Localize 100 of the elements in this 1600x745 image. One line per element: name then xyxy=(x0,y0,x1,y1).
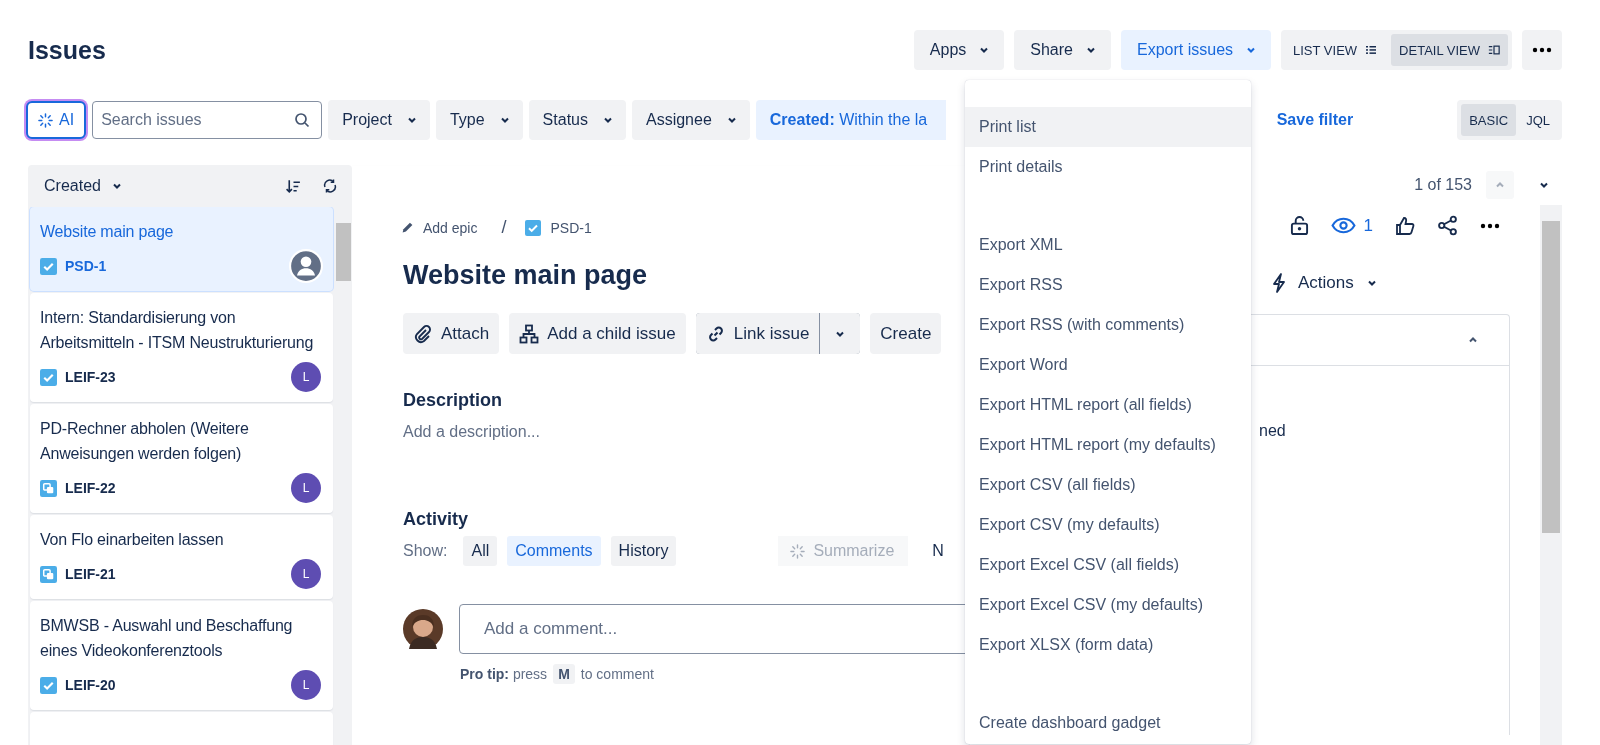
action-button[interactable]: Add a child issue xyxy=(509,313,686,354)
sort-order-text: N xyxy=(932,542,944,560)
mode-tab[interactable]: JQL xyxy=(1518,104,1558,136)
header-button[interactable]: Apps xyxy=(913,30,1005,70)
activity-tab[interactable]: All xyxy=(463,536,498,566)
thumbs-up-icon[interactable] xyxy=(1395,215,1415,236)
issue-title: Website main page xyxy=(403,260,649,291)
search-icon xyxy=(294,112,311,128)
lightning-icon xyxy=(1272,273,1286,293)
assignee-avatar: L xyxy=(291,670,321,700)
task-icon xyxy=(524,219,541,236)
pro-tip-text: to comment xyxy=(580,666,654,682)
show-label: Show: xyxy=(403,542,448,560)
breadcrumb-separator: / xyxy=(501,217,507,238)
header-button[interactable]: Export issues xyxy=(1121,30,1272,70)
paperclip-icon xyxy=(413,323,433,344)
action-button[interactable]: Attach xyxy=(403,313,500,354)
add-epic-link[interactable]: Add epic xyxy=(401,219,478,236)
menu-item[interactable]: Create dashboard gadget xyxy=(965,703,1251,743)
issue-card[interactable]: BMWSB - Auswahl und Beschaffung eines Videokonferenztools LEIF-20 L xyxy=(30,601,333,710)
issue-card[interactable]: Intern: Standardisierung von Arbeitsmitteln - ITSM Neustrukturierung LEIF-23 L xyxy=(30,293,333,402)
description-field[interactable]: Add a description... xyxy=(403,423,540,441)
menu-item[interactable]: Export HTML report (my defaults) xyxy=(965,425,1251,465)
issue-card[interactable]: Website main page PSD-1 xyxy=(30,207,333,291)
sparkle-icon xyxy=(38,112,53,128)
menu-item[interactable]: Export XLSX (form data) xyxy=(965,625,1251,665)
issue-title: BMWSB - Auswahl und Beschaffung eines Videokonferenztools xyxy=(40,616,294,661)
actions-button[interactable]: Actions xyxy=(1266,272,1384,294)
page-title: Issues xyxy=(28,35,107,65)
issue-card[interactable]: Von Flo einarbeiten lassen LEIF-21 L xyxy=(30,515,333,599)
eye-icon xyxy=(1330,217,1356,234)
issue-card[interactable]: PD-Rechner abholen (Weitere Anweisungen werden folgen) LEIF-22 L xyxy=(30,404,333,513)
filter-dropdown[interactable]: Project xyxy=(328,100,430,140)
filter-dropdown[interactable]: Status xyxy=(528,100,626,140)
issue-key-link[interactable]: PSD-1 xyxy=(550,219,592,236)
refresh-icon[interactable] xyxy=(322,178,338,194)
keyboard-key: M xyxy=(553,664,575,684)
list-icon xyxy=(1365,44,1378,56)
ai-button[interactable]: AI xyxy=(26,101,87,139)
save-filter-link[interactable]: Save filter xyxy=(1276,111,1354,129)
menu-item[interactable]: Print details xyxy=(965,147,1251,187)
link-issue-button[interactable]: Link issue xyxy=(695,313,820,354)
sparkle-icon xyxy=(790,543,806,559)
share-icon[interactable] xyxy=(1437,215,1458,236)
description-heading: Description xyxy=(403,390,504,411)
activity-tab[interactable]: History xyxy=(610,536,677,566)
menu-item[interactable]: Export Excel CSV (my defaults) xyxy=(965,585,1251,625)
person-avatar-icon xyxy=(289,249,323,283)
view-tab[interactable]: DETAIL VIEW xyxy=(1391,34,1508,66)
sort-dropdown[interactable]: Created xyxy=(44,177,123,195)
issue-title: PD-Rechner abholen (Weitere Anweisungen werden folgen) xyxy=(40,419,250,464)
scrollbar-thumb[interactable] xyxy=(336,223,351,281)
issue-title: Website main page xyxy=(40,222,175,242)
hierarchy-icon xyxy=(519,323,540,344)
activity-heading: Activity xyxy=(403,509,470,530)
created-filter[interactable]: Created: Within the la xyxy=(755,100,946,140)
issue-key: LEIF-20 xyxy=(65,677,116,693)
filter-dropdown[interactable]: Assignee xyxy=(631,100,750,140)
task-icon xyxy=(40,368,57,386)
issue-title: Intern: Standardisierung von Arbeitsmitteln - ITSM Neustrukturierung xyxy=(40,308,315,353)
filter-dropdown[interactable]: Type xyxy=(435,100,523,140)
activity-tab[interactable]: Comments xyxy=(507,536,601,566)
view-tab[interactable]: LIST VIEW xyxy=(1285,34,1386,66)
assignee-avatar: L xyxy=(291,559,321,589)
task-icon xyxy=(40,257,57,275)
pager-count: 1 of 153 xyxy=(1414,176,1472,194)
mode-tab[interactable]: BASIC xyxy=(1461,104,1517,136)
header-button[interactable]: Share xyxy=(1014,30,1111,70)
pencil-icon xyxy=(401,221,414,234)
pro-tip-text: Pro tip: press xyxy=(460,666,548,682)
watchers-button[interactable]: 1 xyxy=(1330,215,1373,236)
issue-key: LEIF-21 xyxy=(65,566,116,582)
subtask-icon xyxy=(40,565,57,583)
menu-item[interactable]: Export RSS xyxy=(965,265,1251,305)
menu-item[interactable]: Export Excel CSV (all fields) xyxy=(965,545,1251,585)
more-button[interactable] xyxy=(1522,30,1562,70)
detail-view-icon xyxy=(1488,44,1500,56)
sort-order-icon[interactable] xyxy=(285,177,302,195)
unlocked-padlock-icon[interactable] xyxy=(1289,215,1309,236)
issue-key: LEIF-23 xyxy=(65,369,116,385)
menu-item[interactable]: Export CSV (my defaults) xyxy=(965,505,1251,545)
issue-key: LEIF-22 xyxy=(65,480,116,496)
issue-title: Von Flo einarbeiten lassen xyxy=(40,530,225,550)
menu-item[interactable]: Export XML xyxy=(965,225,1251,265)
menu-item[interactable]: Export RSS (with comments) xyxy=(965,305,1251,345)
assignee-avatar: L xyxy=(291,473,321,503)
task-icon xyxy=(40,676,57,694)
menu-item[interactable]: Export Word xyxy=(965,345,1251,385)
subtask-icon xyxy=(40,479,57,497)
menu-item[interactable]: Export CSV (all fields) xyxy=(965,465,1251,505)
issue-key: PSD-1 xyxy=(65,258,107,274)
more-icon[interactable] xyxy=(1480,222,1500,229)
assignee-avatar: L xyxy=(291,362,321,392)
more-icon xyxy=(1532,47,1552,53)
scrollbar-thumb[interactable] xyxy=(1542,221,1560,533)
menu-item[interactable]: Print list xyxy=(965,107,1251,147)
action-button[interactable]: Create xyxy=(870,313,942,354)
menu-item[interactable]: Export HTML report (all fields) xyxy=(965,385,1251,425)
field-value: ned xyxy=(1259,422,1286,439)
search-field[interactable]: Search issues xyxy=(92,101,323,139)
